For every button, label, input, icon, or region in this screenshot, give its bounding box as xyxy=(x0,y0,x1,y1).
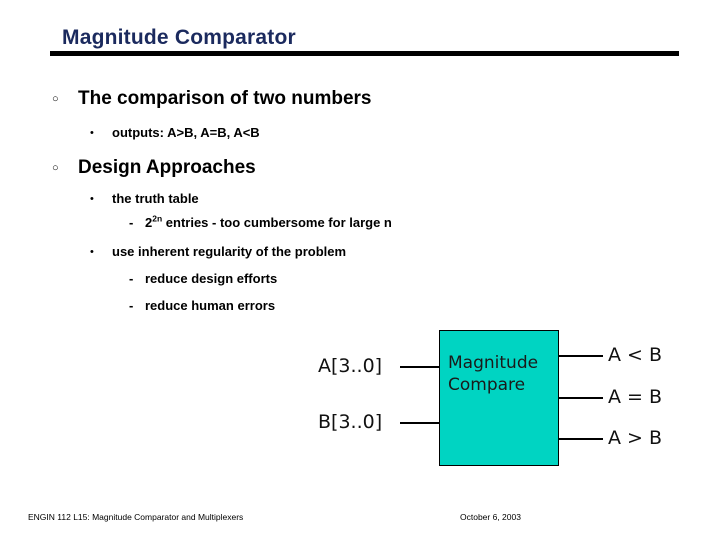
magnitude-compare-block-label: Magnitude Compare xyxy=(448,352,556,396)
bullet-text: 22n entries - too cumbersome for large n xyxy=(145,214,392,232)
bullet-reduce-design-efforts: - reduce design efforts xyxy=(129,270,277,288)
bullet-text: reduce design efforts xyxy=(145,271,278,286)
bullet-outputs: • outputs: A>B, A=B, A<B xyxy=(90,124,260,142)
bullet-marker-dash-icon: - xyxy=(129,298,134,313)
wire-output-eq xyxy=(559,397,603,399)
bullet-marker-dash-icon: - xyxy=(129,271,134,286)
bullet-marker-dash-icon: - xyxy=(129,215,134,230)
title-divider xyxy=(50,51,679,56)
bullet-text: the truth table xyxy=(112,191,199,206)
bullet-2-power-2n-entries: - 22n entries - too cumbersome for large… xyxy=(129,214,392,232)
input-label-b: B[3..0] xyxy=(318,411,383,433)
bullet-text: Design Approaches xyxy=(78,157,256,178)
bullet-reduce-human-errors: - reduce human errors xyxy=(129,297,275,315)
input-label-a: A[3..0] xyxy=(318,355,383,377)
bullet-comparison-of-two-numbers: ○ The comparison of two numbers xyxy=(50,86,371,112)
page-title: Magnitude Comparator xyxy=(62,26,296,49)
exponent-value: 2n xyxy=(152,213,163,224)
bullet-text: The comparison of two numbers xyxy=(78,88,372,109)
block-label-line-1: Magnitude xyxy=(448,353,539,373)
bullet-marker-circle-icon: ○ xyxy=(52,93,59,105)
wire-input-b xyxy=(400,422,440,424)
bullet-design-approaches: ○ Design Approaches xyxy=(50,155,256,181)
bullet-marker-dot-icon: • xyxy=(90,246,94,258)
wire-input-a xyxy=(400,366,440,368)
wire-output-gt xyxy=(559,438,603,440)
magnitude-compare-block xyxy=(439,330,559,466)
bullet-text: reduce human errors xyxy=(145,298,276,313)
wire-output-lt xyxy=(559,355,603,357)
footer-course-label: ENGIN 112 L15: Magnitude Comparator and … xyxy=(28,512,244,522)
magnitude-comparator-diagram: Magnitude Compare A[3..0] B[3..0] A < B … xyxy=(0,0,720,540)
block-label-line-2: Compare xyxy=(448,375,526,395)
bullet-text: use inherent regularity of the problem xyxy=(112,244,347,259)
bullet-text-tail: entries - too cumbersome for large n xyxy=(162,215,392,230)
bullet-text: outputs: A>B, A=B, A<B xyxy=(112,125,260,140)
bullet-marker-circle-icon: ○ xyxy=(52,162,59,174)
bullet-truth-table: • the truth table xyxy=(90,190,199,208)
bullet-inherent-regularity: • use inherent regularity of the problem xyxy=(90,243,346,261)
output-label-a-greater-than-b: A > B xyxy=(608,427,663,449)
slide: Magnitude Comparator ○ The comparison of… xyxy=(0,0,720,540)
output-label-a-equals-b: A = B xyxy=(608,386,663,408)
output-label-a-less-than-b: A < B xyxy=(608,344,663,366)
bullet-marker-dot-icon: • xyxy=(90,193,94,205)
bullet-marker-dot-icon: • xyxy=(90,127,94,139)
footer-date-label: October 6, 2003 xyxy=(460,512,521,522)
